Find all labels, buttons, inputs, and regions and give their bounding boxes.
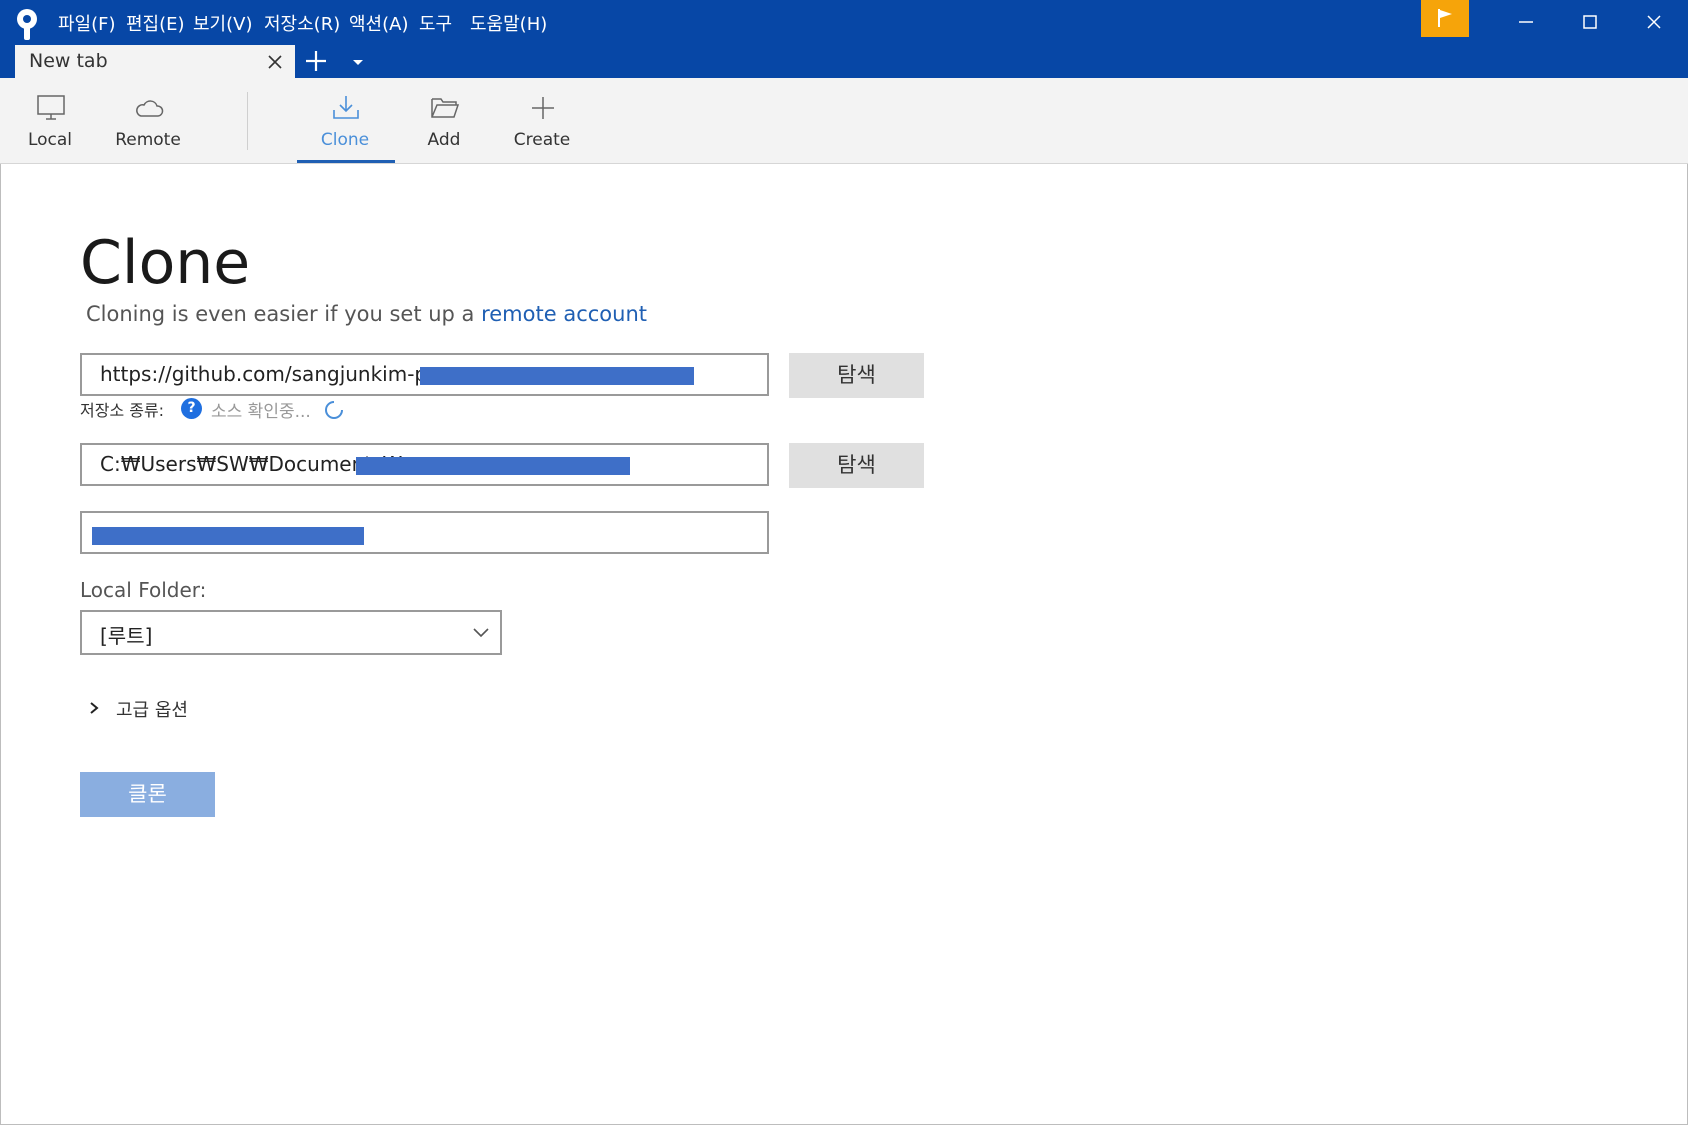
clone-tab-button[interactable]: Clone: [297, 78, 393, 164]
local-folder-label: Local Folder:: [80, 578, 207, 602]
subtitle: Cloning is even easier if you set up a r…: [86, 302, 647, 326]
create-button[interactable]: Create: [494, 78, 590, 164]
destination-path-input[interactable]: C:₩Users₩SW₩Documents₩: [80, 443, 769, 486]
repo-type-status: 소스 확인중...: [211, 402, 311, 422]
destination-browse-button[interactable]: 탐색: [789, 443, 924, 488]
advanced-options-label: 고급 옵션: [116, 700, 188, 721]
title-bar: 파일(F) 편집(E) 보기(V) 저장소(R) 액션(A) 도구 도움말(H)…: [0, 0, 1688, 78]
add-label: Add: [427, 130, 461, 150]
remote-account-link[interactable]: remote account: [481, 302, 647, 326]
maximize-icon: [1583, 15, 1597, 29]
minimize-button[interactable]: [1494, 0, 1558, 42]
local-folder-select[interactable]: [루트]: [80, 610, 502, 655]
chevron-down-icon: [473, 628, 489, 638]
toolbar-divider: [247, 92, 248, 150]
monitor-icon: [37, 95, 65, 120]
advanced-options-toggle[interactable]: 고급 옵션: [88, 696, 308, 722]
flag-icon: [1438, 9, 1452, 27]
chevron-down-icon[interactable]: [348, 52, 368, 72]
flag-button[interactable]: [1421, 0, 1469, 37]
clone-tab-indicator: [297, 160, 395, 163]
sourcetree-logo-icon: [17, 9, 37, 40]
tab-new-tab[interactable]: New tab: [15, 45, 295, 78]
toolbar: Local Remote Clone Add Create: [0, 78, 1688, 164]
menu-repository[interactable]: 저장소(R): [264, 10, 340, 36]
redacted-block: [92, 527, 364, 545]
repo-type-label: 저장소 종류:: [80, 401, 165, 420]
remote-label: Remote: [115, 130, 181, 150]
minimize-icon: [1519, 21, 1533, 23]
chevron-right-icon: [90, 702, 99, 714]
local-folder-value: [루트]: [100, 624, 153, 648]
menu-file[interactable]: 파일(F): [58, 10, 116, 36]
page-title: Clone: [80, 228, 251, 298]
local-label: Local: [27, 130, 73, 150]
clone-button[interactable]: 클론: [80, 772, 215, 817]
bookmark-name-input[interactable]: [80, 511, 769, 554]
tab-close-icon[interactable]: [267, 54, 283, 70]
add-button[interactable]: Add: [396, 78, 492, 164]
subtitle-text: Cloning is even easier if you set up a: [86, 302, 482, 326]
source-url-value: https://github.com/sangjunkim-p: [100, 362, 428, 386]
plus-icon[interactable]: [300, 45, 332, 77]
remote-button[interactable]: Remote: [100, 78, 196, 164]
maximize-button[interactable]: [1558, 0, 1622, 42]
tab-label: New tab: [29, 50, 108, 72]
menu-tools[interactable]: 도구: [419, 10, 452, 36]
help-icon[interactable]: ?: [181, 398, 202, 419]
menu-actions[interactable]: 액션(A): [349, 10, 408, 36]
download-icon: [333, 96, 359, 119]
source-browse-button[interactable]: 탐색: [789, 353, 924, 398]
redacted-block: [420, 367, 694, 385]
spinner-icon: [325, 401, 343, 419]
menu-help[interactable]: 도움말(H): [470, 10, 547, 36]
cloud-icon: [136, 100, 164, 117]
plus-icon: [532, 97, 554, 119]
close-icon: [1647, 15, 1661, 29]
menu-view[interactable]: 보기(V): [193, 10, 252, 36]
source-url-input[interactable]: https://github.com/sangjunkim-p: [80, 353, 769, 396]
folder-open-icon: [431, 98, 460, 118]
clone-label: Clone: [320, 130, 370, 150]
redacted-block: [356, 457, 630, 475]
local-button[interactable]: Local: [2, 78, 98, 164]
create-label: Create: [513, 130, 571, 150]
menu-edit[interactable]: 편집(E): [126, 10, 185, 36]
close-window-button[interactable]: [1622, 0, 1686, 42]
